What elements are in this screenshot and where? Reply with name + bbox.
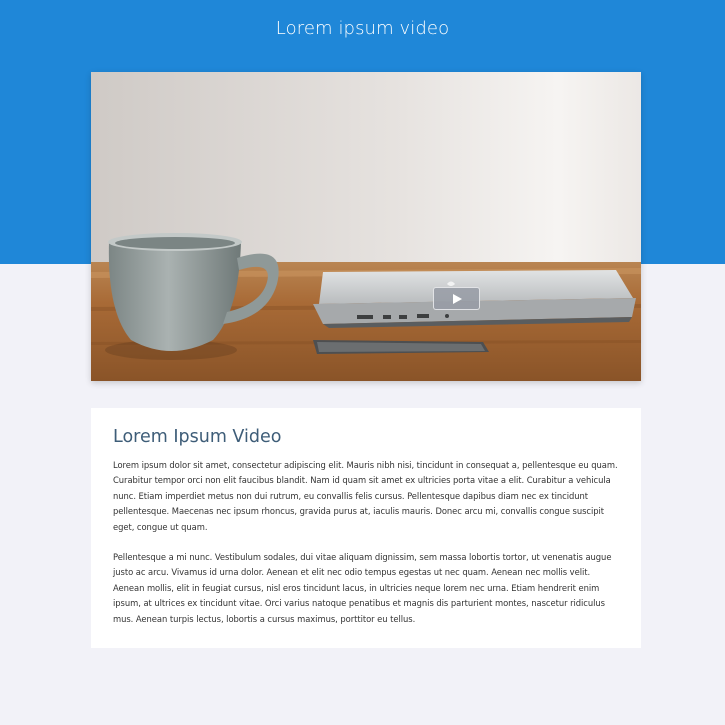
article-paragraph: Lorem ipsum dolor sit amet, consectetur … xyxy=(113,460,618,532)
article-title: Lorem Ipsum Video xyxy=(113,427,282,447)
article-card: Lorem Ipsum Video Lorem ipsum dolor sit … xyxy=(91,408,641,648)
video-player[interactable] xyxy=(91,72,641,381)
play-button[interactable] xyxy=(433,287,480,310)
article-paragraph: Pellentesque a mi nunc. Vestibulum sodal… xyxy=(113,552,612,624)
video-thumbnail xyxy=(91,72,641,381)
play-icon xyxy=(453,293,462,304)
page-title: Lorem ipsum video xyxy=(275,18,450,39)
